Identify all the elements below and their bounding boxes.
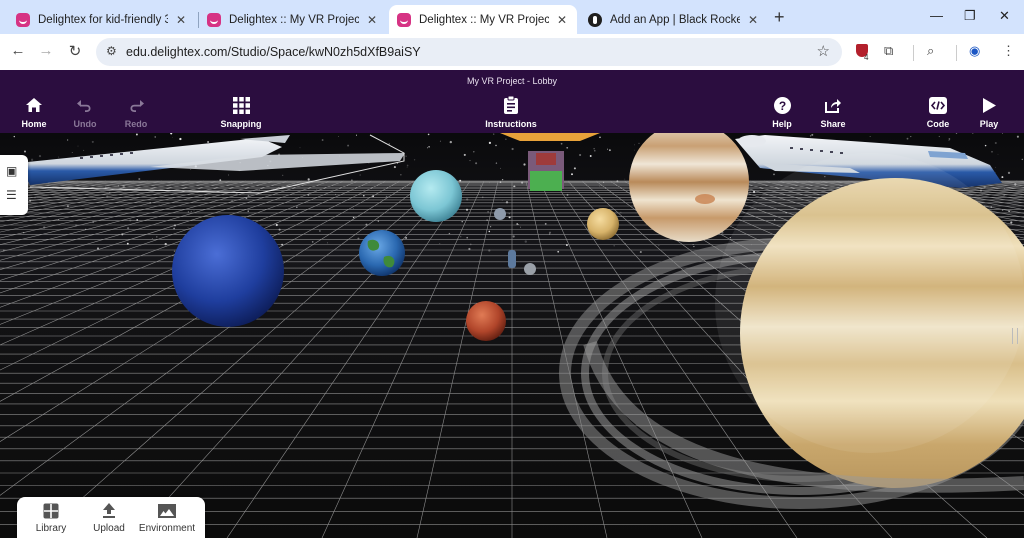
- close-window-icon[interactable]: ✕: [999, 8, 1010, 24]
- browser-tab-2[interactable]: Delightex :: My VR Project ✕: [199, 5, 387, 34]
- resize-handle[interactable]: [1012, 328, 1018, 344]
- scene-viewport[interactable]: ▣ ☰: [0, 133, 1024, 538]
- help-label: Help: [772, 119, 792, 129]
- upload-icon: [102, 503, 116, 519]
- asset-bottom-bar: Library Upload Environment: [17, 497, 205, 538]
- share-label: Share: [820, 119, 846, 129]
- environment-label: Environment: [138, 523, 196, 534]
- close-tab-icon[interactable]: ✕: [555, 13, 569, 27]
- delightex-icon: [207, 12, 221, 27]
- share-button[interactable]: Share: [803, 96, 863, 129]
- venus-model[interactable]: [587, 208, 619, 240]
- forward-icon[interactable]: →: [36, 42, 56, 59]
- play-button[interactable]: Play: [959, 96, 1019, 129]
- browser-tab-1[interactable]: Delightex for kid-friendly 3D cr ✕: [8, 5, 196, 34]
- astronaut-model[interactable]: [508, 250, 516, 268]
- mercury-model[interactable]: [494, 208, 506, 220]
- play-label: Play: [979, 119, 999, 129]
- site-info-icon[interactable]: ⚙: [106, 44, 117, 58]
- environment-button[interactable]: Environment: [132, 503, 202, 534]
- share-icon: [824, 96, 842, 114]
- jupiter-model[interactable]: [629, 133, 749, 242]
- delightex-icon: [397, 12, 411, 27]
- toolbar-separator: [956, 45, 957, 61]
- app-header: My VR Project - Lobby Home Undo Redo Sna…: [0, 70, 1024, 133]
- undo-label: Undo: [73, 119, 97, 129]
- restore-icon[interactable]: ❐: [964, 8, 976, 24]
- home-icon: [25, 96, 43, 114]
- help-icon: ?: [773, 96, 791, 114]
- rocket-model[interactable]: [500, 133, 600, 191]
- instructions-label: Instructions: [485, 119, 537, 129]
- close-tab-icon[interactable]: ✕: [365, 13, 379, 27]
- extensions-puzzle-icon[interactable]: ⧉: [884, 43, 893, 59]
- new-tab-icon[interactable]: +: [774, 7, 785, 28]
- gallery-icon[interactable]: ▣: [6, 164, 17, 178]
- uranus-model[interactable]: [410, 170, 462, 222]
- redo-icon: [127, 96, 145, 114]
- browser-toolbar: ← → ↻ ⚙ edu.delightex.com/Studio/Space/k…: [0, 34, 1024, 70]
- address-bar[interactable]: ⚙ edu.delightex.com/Studio/Space/kwN0zh5…: [96, 38, 842, 66]
- browser-tab-3-active[interactable]: Delightex :: My VR Project ✕: [389, 5, 577, 34]
- mars-model[interactable]: [466, 301, 506, 341]
- code-label: Code: [926, 119, 950, 129]
- close-tab-icon[interactable]: ✕: [174, 13, 188, 27]
- minimize-icon[interactable]: —: [930, 8, 943, 23]
- tab-title: Delightex :: My VR Project: [419, 13, 549, 26]
- browser-tab-4[interactable]: Add an App | Black Rocket Arca ✕: [580, 5, 768, 34]
- upload-label: Upload: [93, 523, 125, 534]
- clipboard-icon: [502, 96, 520, 114]
- bookmark-star-icon[interactable]: ☆: [817, 42, 830, 60]
- extension-badge: 4: [864, 53, 869, 62]
- redo-label: Redo: [124, 119, 148, 129]
- url-text[interactable]: edu.delightex.com/Studio/Space/kwN0zh5dX…: [126, 45, 421, 59]
- list-icon[interactable]: ☰: [6, 188, 17, 202]
- moon-model[interactable]: [524, 263, 536, 275]
- tab-title: Delightex :: My VR Project: [229, 13, 359, 26]
- tab-title: Delightex for kid-friendly 3D cr: [38, 13, 168, 26]
- grid-icon: [232, 96, 250, 114]
- play-icon: [980, 96, 998, 114]
- snapping-label: Snapping: [220, 119, 262, 129]
- environment-icon: [158, 503, 176, 519]
- home-label: Home: [21, 119, 47, 129]
- search-tabs-icon[interactable]: ⌕: [927, 43, 934, 59]
- black-rocket-icon: [588, 12, 602, 27]
- menu-icon[interactable]: ⋮: [1002, 43, 1015, 59]
- library-icon: [43, 503, 59, 519]
- saturn-model[interactable]: [715, 153, 1024, 488]
- instructions-button[interactable]: Instructions: [481, 96, 541, 129]
- svg-text:?: ?: [778, 99, 785, 113]
- delightex-icon: [16, 12, 30, 27]
- toolbar-separator: [913, 45, 914, 61]
- neptune-model[interactable]: [172, 215, 284, 327]
- snapping-button[interactable]: Snapping: [211, 96, 271, 129]
- scene-canvas[interactable]: [0, 133, 1024, 538]
- back-icon[interactable]: ←: [8, 42, 28, 59]
- redo-button[interactable]: Redo: [106, 96, 166, 129]
- side-tool-panel: ▣ ☰: [0, 155, 28, 215]
- tab-title: Add an App | Black Rocket Arca: [610, 13, 740, 26]
- close-tab-icon[interactable]: ✕: [746, 13, 760, 27]
- library-label: Library: [35, 523, 67, 534]
- project-title: My VR Project - Lobby: [466, 76, 558, 86]
- profile-icon[interactable]: ◉: [969, 43, 980, 59]
- reload-icon[interactable]: ↻: [65, 42, 85, 60]
- undo-icon: [76, 96, 94, 114]
- browser-tab-strip: Delightex for kid-friendly 3D cr ✕ Delig…: [0, 0, 1024, 34]
- earth-model[interactable]: [359, 230, 405, 276]
- code-icon: [929, 96, 947, 114]
